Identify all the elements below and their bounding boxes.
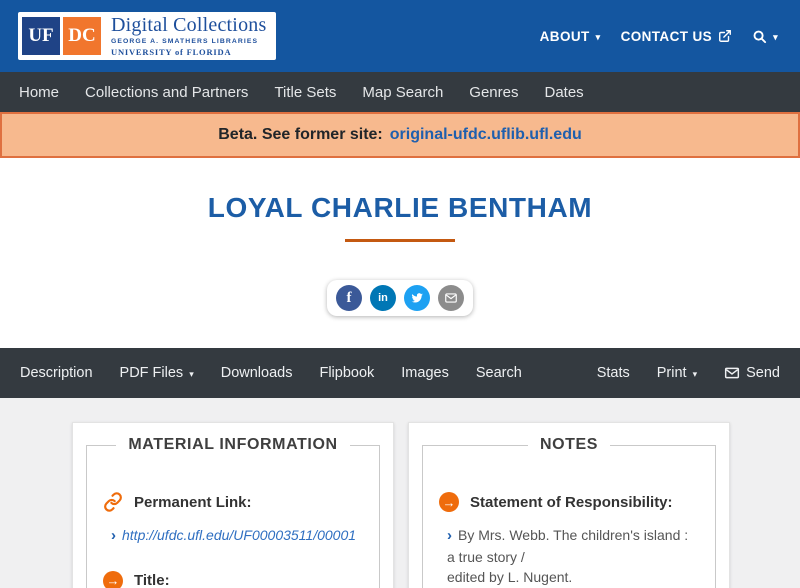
page-title: LOYAL CHARLIE BENTHAM — [207, 192, 593, 223]
notes-panel: NOTES → Statement of Responsibility: › By… — [408, 422, 730, 588]
send-label: Send — [746, 365, 780, 381]
arrow-circle-icon: → — [439, 492, 459, 512]
former-site-link[interactable]: original-ufdc.uflib.ufl.edu — [390, 126, 582, 144]
chevron-right-icon: › — [447, 527, 452, 544]
about-label: ABOUT — [539, 28, 590, 44]
twitter-icon — [410, 291, 424, 305]
statement-of-responsibility-row: → Statement of Responsibility: — [439, 492, 699, 512]
tab-search[interactable]: Search — [476, 365, 522, 381]
chevron-right-icon: › — [111, 527, 116, 544]
title-label: Title: — [134, 572, 170, 588]
statement-of-responsibility-value: › By Mrs. Webb. The children's island : a… — [439, 525, 699, 587]
statement-of-responsibility-label: Statement of Responsibility: — [470, 493, 673, 511]
title-underline — [345, 239, 455, 242]
nav-item-dates[interactable]: Dates — [531, 84, 596, 101]
search-menu[interactable]: ▾ — [752, 29, 778, 44]
caret-down-icon: ▾ — [692, 368, 698, 379]
title-row: → Title: — [103, 570, 363, 588]
twitter-share-button[interactable] — [404, 285, 430, 311]
logo-title: Digital Collections — [111, 14, 267, 37]
envelope-icon — [444, 291, 458, 305]
link-icon — [103, 492, 123, 512]
caret-down-icon: ▾ — [595, 31, 601, 42]
ufdc-item-page: UF DC Digital Collections GEORGE A. SMAT… — [0, 0, 800, 588]
permanent-link-row: Permanent Link: — [103, 492, 363, 512]
main-nav: Home Collections and Partners Title Sets… — [0, 72, 800, 112]
material-information-fieldset: MATERIAL INFORMATION Permanent Link: › ht… — [86, 436, 380, 588]
social-share-bar: f in — [0, 280, 800, 316]
logo-subtitle-university: UNIVERSITY of FLORIDA — [111, 47, 232, 58]
facebook-icon: f — [346, 289, 352, 306]
beta-banner: Beta. See former site: original-ufdc.ufl… — [0, 112, 800, 158]
dc-logo-block: DC — [63, 17, 101, 55]
notes-fieldset: NOTES → Statement of Responsibility: › By… — [422, 436, 716, 588]
material-information-panel: MATERIAL INFORMATION Permanent Link: › ht… — [72, 422, 394, 588]
print-label: Print — [656, 365, 687, 381]
send-button[interactable]: Send — [724, 365, 780, 381]
print-menu[interactable]: Print ▾ — [657, 365, 697, 381]
logo-subtitle-libraries: GEORGE A. SMATHERS LIBRARIES — [111, 38, 259, 46]
statement-line-2: edited by L. Nugent. — [447, 569, 573, 586]
material-information-heading: MATERIAL INFORMATION — [128, 436, 338, 453]
site-header: UF DC Digital Collections GEORGE A. SMAT… — [0, 0, 800, 72]
nav-item-collections-and-partners[interactable]: Collections and Partners — [72, 84, 261, 101]
caret-down-icon: ▾ — [189, 368, 194, 379]
notes-heading: NOTES — [539, 436, 599, 453]
search-icon — [752, 29, 767, 44]
nav-item-map-search[interactable]: Map Search — [349, 84, 456, 101]
nav-item-genres[interactable]: Genres — [456, 84, 531, 101]
social-pill: f in — [327, 280, 473, 316]
linkedin-share-button[interactable]: in — [370, 285, 396, 311]
about-menu[interactable]: ABOUT ▾ — [540, 29, 601, 44]
toolbar-left-group: Description PDF Files ▾ Downloads Flipbo… — [20, 365, 549, 381]
pdf-files-label: PDF Files — [119, 365, 184, 381]
tab-downloads[interactable]: Downloads — [221, 365, 293, 381]
permanent-link-url[interactable]: http://ufdc.ufl.edu/UF00003511/00001 — [122, 527, 356, 543]
logo-text: Digital Collections GEORGE A. SMATHERS L… — [111, 15, 266, 56]
header-utility-nav: ABOUT ▾ CONTACT US ▾ — [540, 29, 778, 44]
facebook-share-button[interactable]: f — [336, 285, 362, 311]
arrow-circle-icon: → — [103, 570, 123, 588]
uf-logo-block: UF — [22, 17, 60, 55]
email-share-button[interactable] — [438, 285, 464, 311]
statement-line-1: By Mrs. Webb. The children's island : a … — [447, 527, 689, 565]
beta-banner-text: Beta. See former site: — [218, 126, 383, 143]
contact-us-label: CONTACT US — [620, 28, 713, 44]
contact-us-link[interactable]: CONTACT US — [621, 29, 733, 44]
stats-button[interactable]: Stats — [597, 365, 630, 381]
toolbar-right-group: Stats Print ▾ Send — [570, 365, 780, 381]
permanent-link-label: Permanent Link: — [134, 493, 252, 511]
tab-flipbook[interactable]: Flipbook — [319, 365, 374, 381]
item-toolbar: Description PDF Files ▾ Downloads Flipbo… — [0, 348, 800, 398]
external-link-icon — [718, 29, 732, 43]
tab-pdf-files[interactable]: PDF Files ▾ — [120, 365, 194, 381]
envelope-icon — [724, 365, 740, 381]
tab-images[interactable]: Images — [401, 365, 449, 381]
content-area: MATERIAL INFORMATION Permanent Link: › ht… — [0, 398, 800, 588]
title-section: LOYAL CHARLIE BENTHAM f in — [0, 192, 800, 316]
nav-item-title-sets[interactable]: Title Sets — [261, 84, 349, 101]
site-logo[interactable]: UF DC Digital Collections GEORGE A. SMAT… — [18, 12, 277, 60]
permanent-link-value-row: › http://ufdc.ufl.edu/UF00003511/00001 — [103, 525, 363, 547]
caret-down-icon: ▾ — [773, 31, 778, 42]
tab-description[interactable]: Description — [20, 365, 93, 381]
linkedin-icon: in — [378, 292, 388, 304]
nav-item-home[interactable]: Home — [6, 84, 72, 101]
